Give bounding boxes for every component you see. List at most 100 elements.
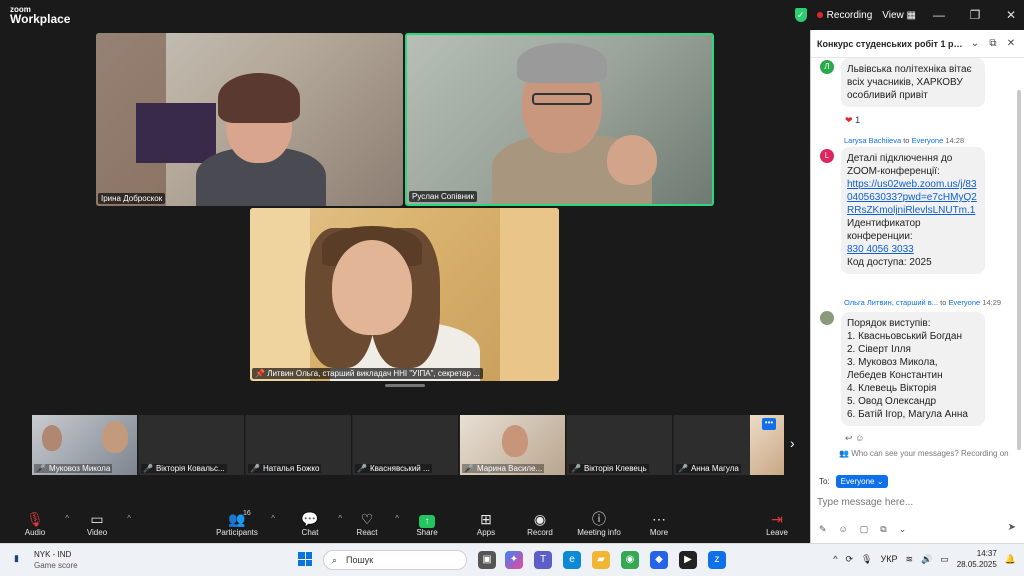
meeting-toolbar: 🎙 Audio ^ ▭ Video ^ 👥 16 Participants ^ … — [0, 508, 810, 543]
video-button[interactable]: ▭ Video ^ — [67, 510, 131, 537]
edge-icon[interactable]: e — [563, 551, 581, 569]
strip-tile[interactable]: 🎤 Наталья Божко — [246, 415, 352, 475]
reply-icon[interactable]: ↩ — [845, 433, 853, 443]
recipient-select[interactable]: Everyone ⌄ — [835, 475, 889, 488]
recording-indicator[interactable]: Recording — [816, 10, 872, 21]
more-options-icon[interactable]: ••• — [762, 418, 776, 430]
meeting-info-button[interactable]: ⓘ Meeting info — [569, 510, 629, 537]
close-icon[interactable]: ✕ — [998, 8, 1024, 22]
strip-tile[interactable]: 🎤 Муковоз Микола — [32, 415, 138, 475]
restore-icon[interactable]: ❐ — [962, 8, 988, 22]
person-face — [502, 425, 528, 457]
people-icon: 👥 — [839, 449, 852, 458]
video-tile-3[interactable]: 📌 Литвин Ольга, старший викладач ННІ "УІ… — [250, 208, 559, 381]
close-chat-icon[interactable]: ✕ — [1004, 38, 1018, 49]
strip-tile[interactable]: 🎤 Вікторія Клевець — [567, 415, 673, 475]
task-view-icon[interactable]: ▣ — [478, 551, 496, 569]
strip-tile-name: 🎤 Муковоз Микола — [34, 464, 113, 473]
file-icon[interactable]: ▢ — [860, 524, 869, 535]
participants-count: 16 — [243, 510, 251, 517]
teams-icon[interactable]: T — [534, 551, 552, 569]
more-button[interactable]: ⋯ More — [629, 510, 689, 537]
chevron-down-icon[interactable]: ⌄ — [899, 524, 907, 535]
chrome-icon[interactable]: ◉ — [621, 551, 639, 569]
strip-tile[interactable]: 🎤 Кваснявський ... — [353, 415, 459, 475]
strip-tile-name: 🎤 Вікторія Ковальс... — [141, 464, 227, 473]
participants-button[interactable]: 👥 16 Participants ^ — [207, 510, 275, 537]
audio-button[interactable]: 🎙 Audio ^ — [5, 510, 69, 537]
mic-off-icon: 🎤 — [250, 464, 260, 473]
more-icon: ⋯ — [652, 511, 666, 527]
send-icon[interactable]: ➤ — [1008, 522, 1016, 533]
share-arrow-icon: ↑ — [419, 515, 435, 528]
meeting-link[interactable]: https://us02web.zoom.us/j/83040563033?pw… — [847, 178, 979, 217]
chat-notice[interactable]: 👥 Who can see your messages? Recording o… — [839, 449, 1009, 458]
volume-icon[interactable]: 🔊 — [921, 554, 932, 565]
reaction[interactable]: ❤ 1 — [845, 115, 860, 126]
info-icon: ⓘ — [592, 511, 606, 527]
format-icon[interactable]: ✎ — [819, 524, 827, 535]
news-title: NYK - IND — [34, 550, 72, 559]
message-line: 1. Квасньовський Богдан — [847, 331, 962, 342]
video-tile-1[interactable]: Ірина Доброскок — [96, 33, 403, 206]
zoom-taskbar-icon[interactable]: z — [708, 551, 726, 569]
apps-button[interactable]: ⊞ Apps — [456, 510, 516, 537]
emoji-icon[interactable]: ☺ — [855, 433, 864, 443]
chevron-up-icon[interactable]: ^ — [127, 514, 131, 523]
resize-handle[interactable] — [385, 384, 425, 387]
chat-message-input[interactable] — [817, 494, 1017, 510]
message-line: 5. Овод Олександр — [847, 396, 937, 407]
clock[interactable]: 14:37 28.05.2025 — [957, 548, 997, 570]
view-button[interactable]: View ▦ — [882, 10, 916, 21]
meeting-info-label: Meeting info — [577, 528, 621, 537]
chat-scrollbar[interactable] — [1017, 90, 1021, 450]
file-explorer-icon[interactable]: ▰ — [592, 551, 610, 569]
message-sender: Ольга Литвин, старший в... to Everyone 1… — [844, 298, 1001, 307]
person-hair — [517, 43, 607, 83]
sync-icon[interactable]: ⟳ — [846, 554, 854, 565]
strip-tile-name: 🎤 Марина Василе... — [462, 464, 545, 473]
chevron-up-icon[interactable]: ^ — [833, 554, 837, 564]
chevron-right-icon[interactable]: › — [790, 435, 795, 451]
conference-id-link[interactable]: 830 4056 3033 — [847, 243, 979, 256]
strip-name-text: Кваснявський ... — [369, 464, 430, 473]
strip-tile[interactable]: 🎤 Марина Василе... — [460, 415, 566, 475]
grid-icon: ▦ — [906, 9, 916, 21]
record-button[interactable]: ◉ Record — [510, 510, 570, 537]
chevron-up-icon[interactable]: ^ — [271, 514, 275, 523]
notifications-icon[interactable]: 🔔 — [1005, 554, 1016, 565]
battery-icon[interactable]: ▭ — [940, 554, 949, 565]
react-button[interactable]: ♡ React ^ — [337, 510, 399, 537]
app-icon[interactable]: ◆ — [650, 551, 668, 569]
message-sender: Larysa Bachiieva to Everyone 14:28 — [844, 136, 964, 145]
language-indicator[interactable]: УКР — [880, 554, 897, 564]
emoji-icon[interactable]: ☺ — [839, 524, 848, 535]
person-hair — [218, 73, 300, 123]
leave-label: Leave — [766, 528, 788, 537]
glasses — [532, 93, 592, 105]
minimize-icon[interactable]: — — [926, 8, 952, 22]
copilot-icon[interactable]: ✦ — [505, 551, 523, 569]
wifi-icon[interactable]: ≋ — [905, 554, 913, 565]
shield-check-icon[interactable]: ✓ — [794, 8, 807, 22]
microphone-icon[interactable]: 🎙 — [861, 554, 872, 565]
strip-tile[interactable]: 🎤 Вікторія Ковальс... — [139, 415, 245, 475]
share-button[interactable]: ↑ Share — [397, 510, 457, 537]
screenshot-icon[interactable]: ⧉ — [880, 524, 886, 535]
chat-messages: Л Львівська політехніка вітає всіх учасн… — [811, 58, 1017, 456]
chevron-down-icon[interactable]: ⌄ — [968, 38, 982, 49]
leave-button[interactable]: ⇥ Leave — [747, 510, 807, 537]
more-label: More — [649, 528, 669, 537]
mic-off-icon: 🎤 — [36, 464, 46, 473]
popout-icon[interactable]: ⧉ — [986, 38, 1000, 49]
taskbar-search[interactable]: ⌕ Пошук — [323, 550, 467, 570]
media-player-icon[interactable]: ▶ — [679, 551, 697, 569]
participants-icon: 👥 — [228, 511, 246, 527]
windows-start-icon[interactable] — [298, 552, 312, 566]
to-label: To: — [819, 477, 830, 486]
news-widget[interactable]: ▮ NYK - IND Game score — [14, 549, 78, 571]
chat-button[interactable]: 💬 Chat ^ — [280, 510, 342, 537]
tile-name-text: Литвин Ольга, старший викладач ННІ "УІПА… — [267, 369, 480, 378]
video-tile-2-active-speaker[interactable]: Руслан Сопівник — [405, 33, 714, 206]
chat-icon: 💬 — [301, 511, 319, 527]
